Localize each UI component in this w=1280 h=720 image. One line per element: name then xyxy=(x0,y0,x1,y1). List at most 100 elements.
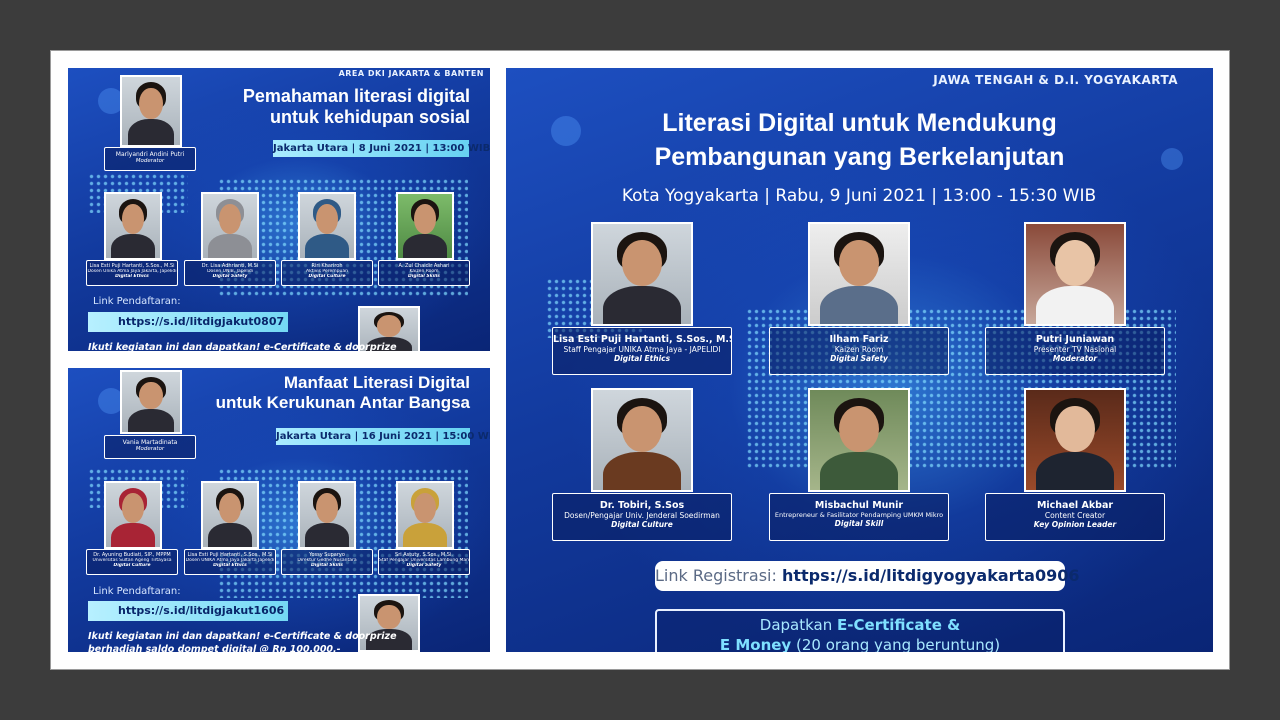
note-line: Ikuti kegiatan ini dan dapatkan! e-Certi… xyxy=(88,631,397,642)
speaker-role: Content Creator xyxy=(1044,511,1106,520)
face xyxy=(414,204,436,234)
face xyxy=(839,240,879,286)
speaker-photo xyxy=(1024,388,1126,492)
speaker-category: Digital Safety xyxy=(212,274,248,279)
torso xyxy=(127,119,175,145)
speaker-role: Presenter TV Nasional xyxy=(1033,345,1117,354)
title-line: Manfaat Literasi Digital xyxy=(283,373,470,392)
speaker-name: Michael Akbar xyxy=(1036,500,1114,511)
speaker-card: Lisa Esti Puji Hartanti, S.Sos., M.Si Do… xyxy=(86,260,178,286)
moderator-role: Moderator xyxy=(135,446,165,452)
speaker-name: Lisa Esti Puji Hartanti, S.Sos., M.Si xyxy=(553,334,731,345)
moderator-photo xyxy=(120,370,182,434)
torso xyxy=(305,522,349,547)
poster-kota-yogyakarta-9-juni: JAWA TENGAH & D.I. YOGYAKARTA Literasi D… xyxy=(506,68,1213,652)
speaker-photo xyxy=(201,192,259,260)
registration-box[interactable]: Link Registrasi: https://s.id/litdigyogy… xyxy=(655,561,1080,591)
torso xyxy=(305,233,349,258)
link-label: Link Pendaftaran: xyxy=(93,296,181,307)
poster-title: Pemahaman literasi digital untuk kehidup… xyxy=(243,86,470,127)
registration-label: Link Registrasi: xyxy=(655,566,777,585)
speaker-role: Kaizen Room xyxy=(834,345,884,354)
speaker-card: A. Zul Chaidir Ashari Kaizen Room Digita… xyxy=(378,260,470,286)
event-note: Ikuti kegiatan ini dan dapatkan! e-Certi… xyxy=(88,342,397,351)
speaker-name: Putri Juniawan xyxy=(1035,334,1115,345)
speaker-category: Digital Skills xyxy=(311,563,343,568)
registration-url[interactable]: https://s.id/litdigyogyakarta0906 xyxy=(782,566,1080,585)
speaker-card: Yossy Suparyo Direktur Gedhe Nusantara D… xyxy=(281,549,373,575)
speaker-card: Lisa Esti Puji Hartanti, S.Sos., M.Si St… xyxy=(552,327,732,375)
face xyxy=(1055,406,1095,452)
face xyxy=(219,204,241,234)
face xyxy=(414,493,436,523)
torso xyxy=(602,452,682,490)
speaker-card: Dr. Lisa Adhrianti, M.Si Dosen UNIB, Jap… xyxy=(184,260,276,286)
face xyxy=(219,493,241,523)
emoney-suffix: (20 orang yang beruntung) xyxy=(796,636,1001,652)
moderator-role: Moderator xyxy=(135,158,165,164)
face xyxy=(122,204,144,234)
speaker-photo xyxy=(808,222,910,326)
title-line: Pembangunan yang Berkelanjutan xyxy=(654,143,1065,171)
torso xyxy=(208,522,252,547)
torso xyxy=(403,522,447,547)
face xyxy=(122,493,144,523)
speaker-category: Digital Skills xyxy=(408,274,440,279)
title-line: Pemahaman literasi digital xyxy=(242,86,470,106)
torso xyxy=(111,522,155,547)
certificate-prefix: Dapatkan xyxy=(759,616,833,634)
certificate-box: Dapatkan E-Certificate & E Money (20 ora… xyxy=(655,609,1065,652)
region-label: JAWA TENGAH & D.I. YOGYAKARTA xyxy=(933,73,1178,87)
speaker-role: Staff Pengajar UNIKA Atma Jaya - JAPELID… xyxy=(563,345,721,354)
speaker-photo xyxy=(298,192,356,260)
speaker-card: Putri Juniawan Presenter TV Nasional Mod… xyxy=(985,327,1165,375)
image-frame: AREA DKI JAKARTA & BANTEN Pemahaman lite… xyxy=(50,50,1230,670)
speaker-photo xyxy=(298,481,356,549)
face xyxy=(139,381,163,410)
poster-jakarta-utara-8-juni: AREA DKI JAKARTA & BANTEN Pemahaman lite… xyxy=(68,68,490,351)
torso xyxy=(819,286,899,324)
speaker-card: Dr. Tobiri, S.Sos Dosen/Pengajar Univ. J… xyxy=(552,493,732,541)
speaker-category: Digital Ethics xyxy=(613,354,671,363)
certificate-line: Dapatkan E-Certificate & xyxy=(657,615,1063,635)
registration-link[interactable]: https://s.id/litdigjakut0807 xyxy=(88,312,288,332)
face xyxy=(316,204,338,234)
poster-title: Literasi Digital untuk Mendukung Pembang… xyxy=(506,106,1213,174)
face xyxy=(377,604,401,630)
moderator-name: Vania Martadinata xyxy=(122,439,178,446)
face xyxy=(622,240,662,286)
title-line: untuk Kerukunan Antar Bangsa xyxy=(215,392,470,412)
torso xyxy=(602,286,682,324)
face xyxy=(139,87,163,120)
speaker-card: Michael Akbar Content Creator Key Opinio… xyxy=(985,493,1165,541)
speaker-role: Entrepreneur & Fasilitator Pendamping UM… xyxy=(774,511,944,519)
speaker-photo xyxy=(104,481,162,549)
torso xyxy=(403,233,447,258)
registration-link[interactable]: https://s.id/litdigjakut1606 xyxy=(88,601,288,621)
date-band: Jakarta Utara | 16 Juni 2021 | 15:00 WIB xyxy=(276,428,490,445)
face xyxy=(622,406,662,452)
moderator-photo xyxy=(120,75,182,147)
speaker-category: Moderator xyxy=(1052,354,1098,363)
speaker-category: Digital Culture xyxy=(113,563,151,568)
speaker-photo xyxy=(396,192,454,260)
speaker-photo xyxy=(104,192,162,260)
event-note: Ikuti kegiatan ini dan dapatkan! e-Certi… xyxy=(88,631,397,652)
face xyxy=(316,493,338,523)
title-line: Literasi Digital untuk Mendukung xyxy=(662,109,1057,137)
speaker-name: Misbachul Munir xyxy=(814,500,904,511)
speaker-photo xyxy=(808,388,910,492)
title-line: untuk kehidupan sosial xyxy=(269,106,470,127)
speaker-category: Digital Culture xyxy=(308,274,346,279)
emoney-bold: E Money xyxy=(719,636,792,652)
torso xyxy=(819,452,899,490)
speaker-category: Digital Ethics xyxy=(115,274,149,279)
speaker-photo xyxy=(591,222,693,326)
speaker-card: Lisa Esti Puji Hartanti, S.Sos., M.Si Do… xyxy=(184,549,276,575)
speaker-category: Digital Ethics xyxy=(213,563,247,568)
speaker-photo xyxy=(201,481,259,549)
speaker-name: Dr. Tobiri, S.Sos xyxy=(599,500,685,511)
speaker-photo xyxy=(591,388,693,492)
speaker-card: Misbachul Munir Entrepreneur & Fasilitat… xyxy=(769,493,949,541)
speaker-card: Sri Astuty, S.Sos., M.Si. Staf Pengajar … xyxy=(378,549,470,575)
